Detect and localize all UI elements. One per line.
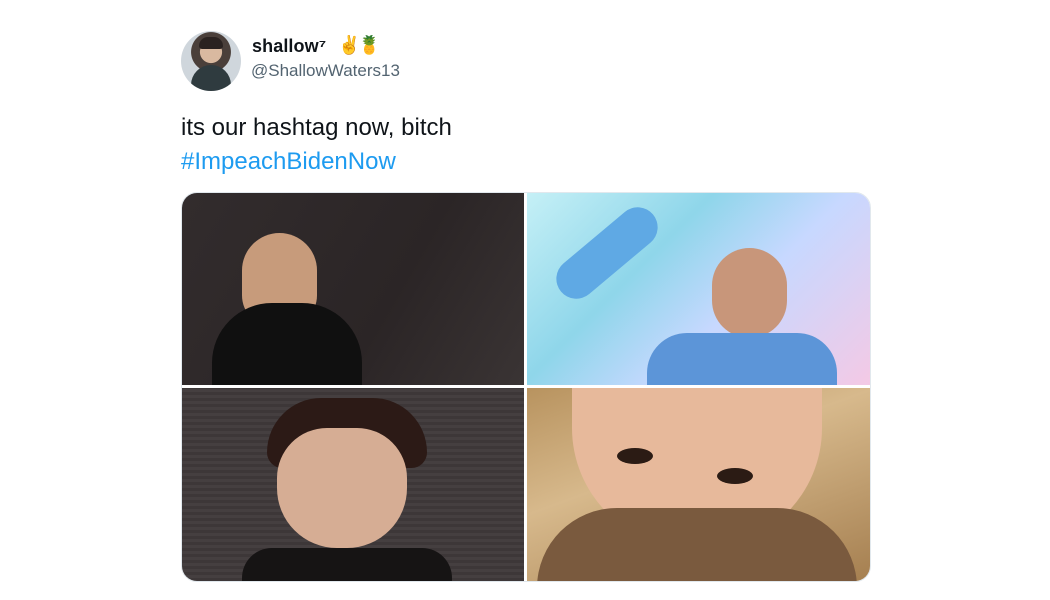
- photo-3-jacket: [242, 548, 452, 581]
- photo-4-hair: [537, 508, 857, 581]
- media-photo-4[interactable]: [527, 388, 870, 581]
- pineapple-icon: 🍍: [358, 35, 381, 55]
- photo-2-face: [712, 248, 787, 338]
- photo-4-eye-right: [717, 468, 753, 484]
- photo-2-jacket: [647, 333, 837, 385]
- avatar-body: [191, 65, 231, 91]
- display-name[interactable]: shallow⁷: [252, 36, 326, 57]
- tweet-text: its our hashtag now, bitch: [181, 114, 452, 141]
- media-photo-3[interactable]: [182, 388, 524, 581]
- media-photo-2[interactable]: [527, 193, 870, 385]
- photo-2-arm: [548, 199, 666, 307]
- avatar[interactable]: [181, 31, 241, 91]
- media-grid: [181, 192, 871, 582]
- hashtag-link[interactable]: #ImpeachBidenNow: [181, 146, 396, 178]
- avatar-hair: [199, 37, 223, 49]
- media-photo-1[interactable]: [182, 193, 524, 385]
- user-handle[interactable]: @ShallowWaters13: [251, 61, 400, 81]
- photo-1-shirt: [212, 303, 362, 385]
- photo-3-face: [277, 428, 407, 548]
- photo-4-eye-left: [617, 448, 653, 464]
- tweet: shallow⁷ ✌️ 🍍 @ShallowWaters13 its our h…: [0, 0, 1050, 600]
